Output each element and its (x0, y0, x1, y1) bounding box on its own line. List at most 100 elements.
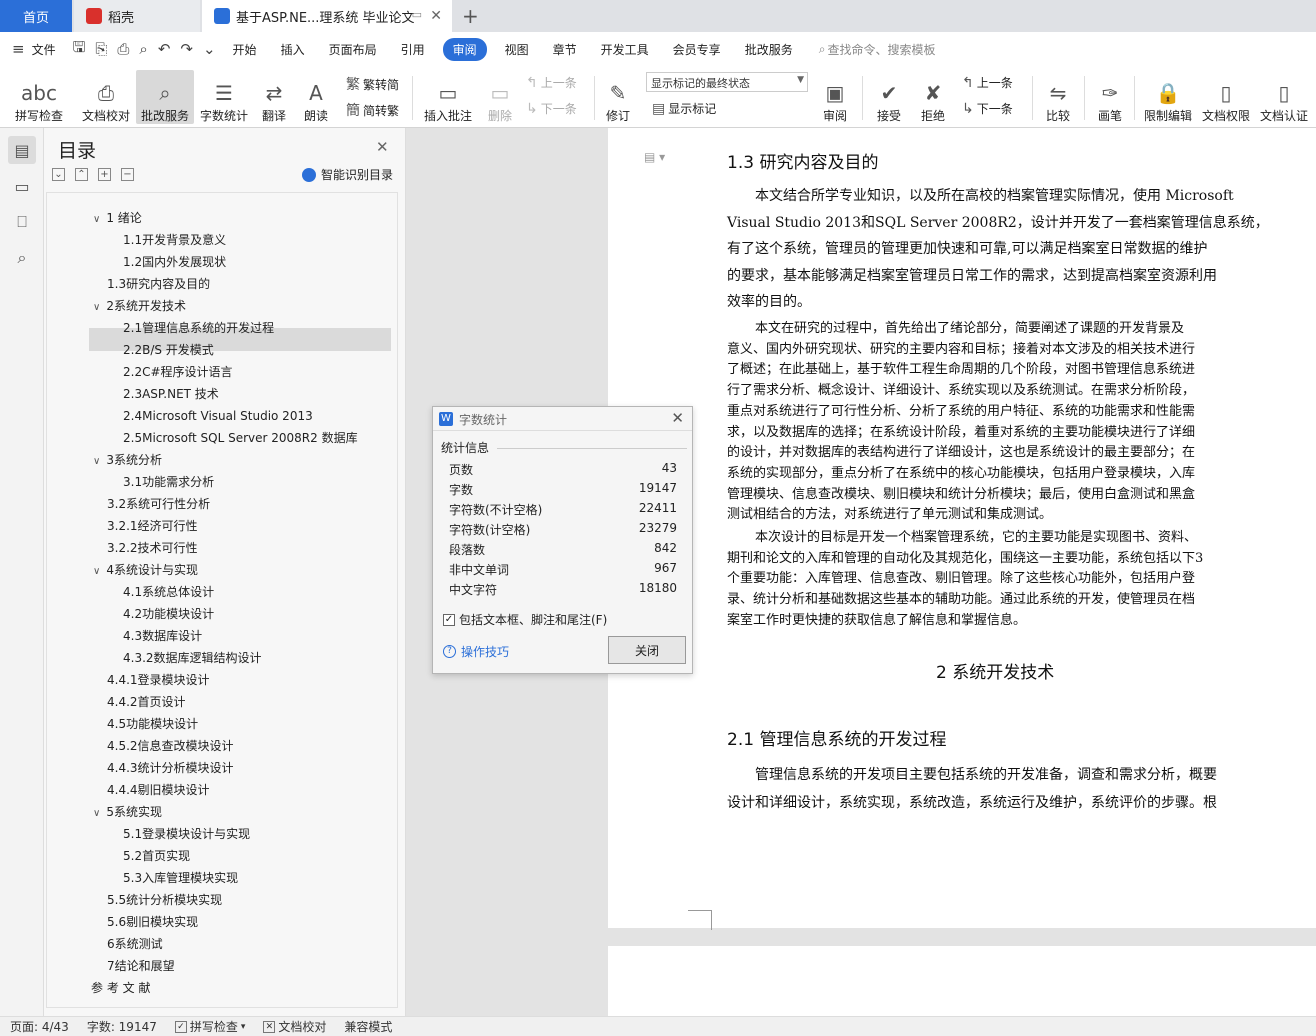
chevron-down-icon[interactable]: ∨ (93, 566, 100, 577)
trad-to-simp-button[interactable]: 繁 繁转简 (346, 74, 399, 94)
doc-permission-button[interactable]: ▯ 文档权限 (1198, 70, 1254, 124)
toc-item[interactable]: 4.3.2数据库逻辑结构设计 (123, 647, 262, 669)
toc-item[interactable]: ∨ 4系统设计与实现 (93, 559, 198, 581)
save-icon[interactable]: 🖫 (68, 37, 91, 62)
toc-item[interactable]: ∨ 5系统实现 (93, 801, 162, 823)
compare-button[interactable]: ⇋ 比较 (1040, 70, 1076, 124)
tips-link[interactable]: ? 操作技巧 (443, 643, 509, 660)
redo-icon[interactable]: ↷ (175, 40, 198, 58)
page-indicator[interactable]: 页面: 4/43 (0, 1018, 77, 1035)
toc-item[interactable]: 4.5.2信息查改模块设计 (107, 735, 234, 757)
proof-toggle[interactable]: ✕ 文档校对 (253, 1018, 334, 1035)
toc-item[interactable]: 1.3研究内容及目的 (107, 273, 210, 295)
toc-item[interactable]: 4.4.4剔旧模块设计 (107, 779, 210, 801)
restrict-edit-button[interactable]: 🔒 限制编辑 (1140, 70, 1196, 124)
export-icon[interactable]: ⎘ (90, 40, 112, 58)
translate-button[interactable]: ⇄ 翻译 (254, 70, 294, 124)
pin-icon[interactable]: ▭ (412, 8, 422, 21)
toc-item[interactable]: 5.2首页实现 (123, 845, 190, 867)
toc-item[interactable]: 2.2C#程序设计语言 (123, 361, 233, 383)
chevron-down-icon[interactable]: ∨ (93, 214, 100, 225)
toc-item[interactable]: 4.4.1登录模块设计 (107, 669, 210, 691)
search-icon[interactable]: ⌕ (805, 42, 826, 57)
read-aloud-button[interactable]: A 朗读 (298, 70, 334, 124)
doc-auth-button[interactable]: ▯ 文档认证 (1256, 70, 1312, 124)
prev-change-button[interactable]: ↰ 上一条 (962, 74, 1013, 91)
toc-item[interactable]: 4.4.2首页设计 (107, 691, 186, 713)
chapter-nav-icon[interactable]: ▭ (8, 172, 36, 200)
tab-daoke[interactable]: 稻壳 (74, 0, 200, 32)
spellcheck-button[interactable]: abc 拼写检查 (8, 70, 70, 124)
word-count-button[interactable]: ☰ 字数统计 (196, 70, 252, 124)
print-icon[interactable]: ⎙ (112, 40, 134, 58)
toc-item[interactable]: 5.1登录模块设计与实现 (123, 823, 250, 845)
insert-comment-button[interactable]: ▭ 插入批注 (420, 70, 476, 124)
doc-proof-button[interactable]: ⎙ 文档校对 (78, 70, 134, 124)
correction-service-button[interactable]: ⌕ 批改服务 (136, 70, 194, 124)
include-textbox-checkbox[interactable]: ✓ 包括文本框、脚注和尾注(F) (443, 611, 607, 628)
menu-vip[interactable]: 会员专享 (661, 41, 733, 58)
word-count-indicator[interactable]: 字数: 19147 (77, 1018, 165, 1035)
menu-chapter[interactable]: 章节 (541, 41, 589, 58)
more-icon[interactable]: ⌄ (198, 40, 221, 58)
delete-comment-button[interactable]: ▭ 删除 (480, 70, 520, 124)
search-icon[interactable]: ⌕ (8, 244, 36, 272)
menu-insert[interactable]: 插入 (269, 41, 317, 58)
toc-item[interactable]: 3.1功能需求分析 (123, 471, 214, 493)
tab-home[interactable]: 首页 (0, 0, 72, 32)
add-item-icon[interactable]: + (98, 168, 111, 181)
next-comment-button[interactable]: ↳ 下一条 (526, 100, 577, 117)
toc-item[interactable]: ∨ 1 绪论 (93, 207, 142, 229)
pen-button[interactable]: ✑ 画笔 (1092, 70, 1128, 124)
close-tab-icon[interactable]: ✕ (430, 8, 442, 24)
dialog-titlebar[interactable]: W 字数统计 ✕ (433, 407, 692, 431)
toc-item[interactable]: 2.2B/S 开发模式 (123, 339, 214, 361)
toc-item[interactable]: 4.4.3统计分析模块设计 (107, 757, 234, 779)
close-icon[interactable]: ✕ (671, 409, 684, 427)
toc-item[interactable]: 7结论和展望 (107, 955, 175, 977)
menu-view[interactable]: 视图 (493, 41, 541, 58)
remove-item-icon[interactable]: − (121, 168, 134, 181)
close-button[interactable]: 关闭 (608, 636, 686, 664)
toc-item[interactable]: 4.1系统总体设计 (123, 581, 214, 603)
chevron-down-icon[interactable]: ∨ (93, 456, 100, 467)
spellcheck-toggle[interactable]: ✓ 拼写检查 ▾ (165, 1018, 254, 1035)
toc-item[interactable]: 1.2国内外发展现状 (123, 251, 226, 273)
show-markup-button[interactable]: ▤ 显示标记 (652, 100, 716, 117)
command-search[interactable]: 查找命令、搜索模板 (825, 41, 947, 58)
toc-item[interactable]: 2.4Microsoft Visual Studio 2013 (123, 405, 313, 427)
preview-icon[interactable]: ⌕ (134, 40, 152, 58)
review-button[interactable]: ▣ 审阅 (816, 70, 854, 124)
undo-icon[interactable]: ↶ (153, 40, 176, 58)
add-tab-icon[interactable]: + (462, 4, 479, 28)
revise-button[interactable]: ✎ 修订 (600, 70, 636, 124)
toc-item[interactable]: 3.2系统可行性分析 (107, 493, 210, 515)
document-page-next[interactable] (608, 946, 1316, 1016)
toc-item[interactable]: 5.5统计分析模块实现 (107, 889, 222, 911)
collapse-all-icon[interactable]: ⌄ (52, 168, 65, 181)
chevron-down-icon[interactable]: ∨ (93, 808, 100, 819)
markup-mode-select[interactable]: 显示标记的最终状态 ▼ (646, 72, 808, 92)
page-marker-icon[interactable]: ▤ ▾ (644, 150, 665, 164)
toc-item[interactable]: 6系统测试 (107, 933, 163, 955)
toc-item[interactable]: 5.6剔旧模块实现 (107, 911, 198, 933)
smart-toc-button[interactable]: 智能识别目录 (302, 166, 393, 183)
toc-item[interactable]: 4.5功能模块设计 (107, 713, 198, 735)
toc-item[interactable]: 1.1开发背景及意义 (123, 229, 226, 251)
toc-item[interactable]: 4.2功能模块设计 (123, 603, 214, 625)
chevron-down-icon[interactable]: ∨ (93, 302, 100, 313)
menu-start[interactable]: 开始 (221, 41, 269, 58)
bookmark-icon[interactable]: ⎕ (8, 208, 36, 236)
toc-item[interactable]: 2.1管理信息系统的开发过程 (123, 317, 274, 339)
toc-nav-icon[interactable]: ▤ (8, 136, 36, 164)
toc-item[interactable]: ∨ 3系统分析 (93, 449, 162, 471)
toc-item[interactable]: 5.3入库管理模块实现 (123, 867, 238, 889)
prev-comment-button[interactable]: ↰ 上一条 (526, 74, 577, 91)
hamburger-icon[interactable]: ≡ (0, 40, 30, 58)
toc-item[interactable]: 2.5Microsoft SQL Server 2008R2 数据库 (123, 427, 358, 449)
toc-item[interactable]: 参 考 文 献 (91, 977, 150, 999)
tab-document[interactable]: 基于ASP.NE...理系统 毕业论文 ▭ ✕ (202, 0, 452, 32)
toc-item[interactable]: 3.2.1经济可行性 (107, 515, 198, 537)
next-change-button[interactable]: ↳ 下一条 (962, 100, 1013, 117)
simp-to-trad-button[interactable]: 簡 简转繁 (346, 100, 399, 120)
